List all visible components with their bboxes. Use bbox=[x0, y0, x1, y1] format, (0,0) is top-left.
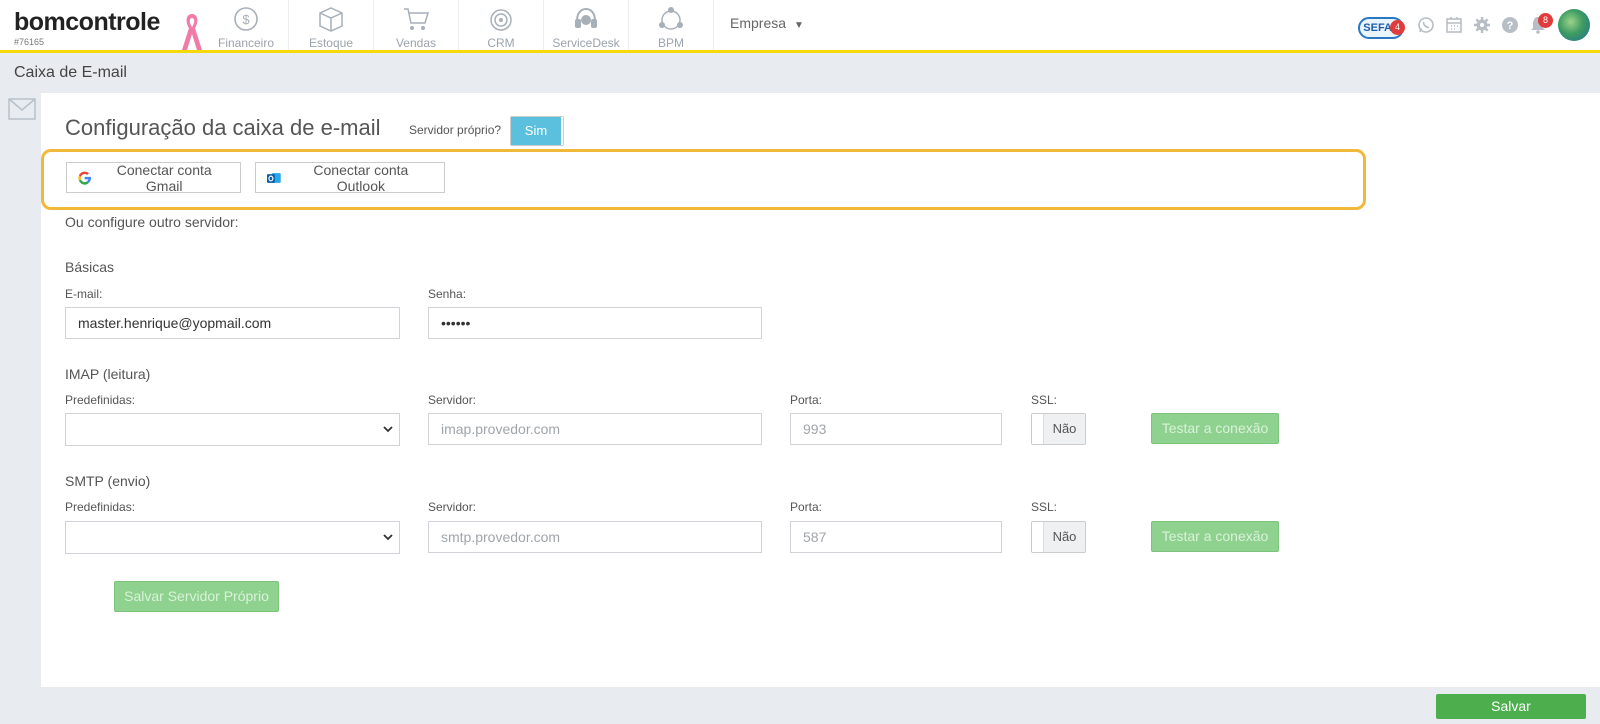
email-field[interactable] bbox=[65, 307, 400, 339]
page-title: Caixa de E-mail bbox=[14, 64, 127, 81]
estoque-icon bbox=[319, 7, 343, 32]
help-button[interactable]: ? bbox=[1496, 11, 1524, 39]
smtp-ssl-label: SSL: bbox=[1031, 500, 1058, 514]
sefaz-badge: 4 bbox=[1390, 20, 1405, 35]
imap-test-connection-button[interactable]: Testar a conexão bbox=[1151, 413, 1279, 444]
ssl-value: Não bbox=[1044, 414, 1085, 444]
outlook-icon bbox=[267, 172, 281, 183]
servicedesk-icon bbox=[575, 7, 597, 28]
company-dropdown[interactable]: Empresa ▼ bbox=[730, 15, 804, 31]
sefaz-button[interactable]: SEFAZ 4 bbox=[1358, 11, 1405, 39]
crm-icon bbox=[490, 9, 512, 31]
gear-icon bbox=[1474, 17, 1490, 33]
whatsapp-icon bbox=[1418, 17, 1434, 33]
smtp-preset-label: Predefinidas: bbox=[65, 500, 136, 514]
nav-bpm[interactable]: BPM bbox=[629, 0, 714, 50]
settings-button[interactable] bbox=[1468, 11, 1496, 39]
nav-label: Estoque bbox=[308, 36, 354, 50]
user-avatar[interactable] bbox=[1558, 9, 1590, 41]
calendar-icon bbox=[1446, 17, 1462, 33]
bpm-icon bbox=[659, 7, 683, 30]
connect-gmail-button[interactable]: Conectar conta Gmail bbox=[66, 161, 241, 194]
outlook-button-label: Conectar conta Outlook bbox=[313, 161, 409, 194]
smtp-preset-select[interactable] bbox=[65, 521, 400, 554]
module-nav: $ Financeiro Estoque Vendas CRM ServiceD… bbox=[204, 0, 714, 50]
toggle-on-label: Sim bbox=[511, 117, 563, 145]
password-label: Senha: bbox=[428, 287, 467, 301]
help-icon: ? bbox=[1502, 17, 1518, 33]
email-label: E-mail: bbox=[65, 287, 103, 301]
brand-name: bomcontrole bbox=[14, 8, 160, 36]
smtp-section-title: SMTP (envio) bbox=[65, 473, 151, 489]
password-field[interactable] bbox=[428, 307, 762, 339]
imap-section-title: IMAP (leitura) bbox=[65, 366, 151, 382]
nav-label: ServiceDesk bbox=[552, 36, 620, 50]
gmail-button-label: Conectar conta Gmail bbox=[116, 161, 212, 194]
notifications-badge: 8 bbox=[1538, 13, 1553, 28]
svg-text:?: ? bbox=[1507, 20, 1514, 32]
brand-logo[interactable]: bomcontrole #76165 bbox=[14, 8, 160, 47]
header-actions: SEFAZ 4 ? 8 bbox=[1358, 0, 1600, 50]
top-navbar: bomcontrole #76165 $ Financeiro Estoque … bbox=[0, 0, 1600, 53]
nav-financeiro[interactable]: $ Financeiro bbox=[204, 0, 289, 50]
nav-label: CRM bbox=[487, 36, 515, 50]
footer-bar bbox=[0, 687, 1600, 724]
imap-port-label: Porta: bbox=[790, 393, 823, 407]
calendar-button[interactable] bbox=[1440, 11, 1468, 39]
svg-text:$: $ bbox=[242, 12, 250, 27]
nav-servicedesk[interactable]: ServiceDesk bbox=[544, 0, 629, 50]
imap-server-input[interactable] bbox=[428, 413, 762, 445]
smtp-ssl-toggle[interactable]: Não bbox=[1031, 521, 1086, 553]
google-icon bbox=[78, 171, 92, 185]
pink-ribbon-icon bbox=[182, 14, 202, 50]
save-own-server-button[interactable]: Salvar Servidor Próprio bbox=[114, 581, 279, 612]
financeiro-icon: $ bbox=[234, 7, 258, 31]
imap-ssl-toggle[interactable]: Não bbox=[1031, 413, 1086, 445]
nav-vendas[interactable]: Vendas bbox=[374, 0, 459, 50]
config-heading: Configuração da caixa de e-mail bbox=[65, 115, 381, 140]
smtp-server-input[interactable] bbox=[428, 521, 762, 553]
imap-preset-label: Predefinidas: bbox=[65, 393, 136, 407]
chevron-down-icon bbox=[383, 534, 393, 541]
envelope-icon[interactable] bbox=[8, 98, 36, 120]
imap-preset-select[interactable] bbox=[65, 413, 400, 446]
nav-label: BPM bbox=[657, 36, 684, 50]
connect-outlook-button[interactable]: Conectar conta Outlook bbox=[255, 161, 445, 194]
basic-section-title: Básicas bbox=[65, 259, 115, 275]
own-server-label: Servidor próprio? bbox=[409, 123, 502, 137]
or-configure-text: Ou configure outro servidor: bbox=[65, 214, 239, 230]
account-id: #76165 bbox=[14, 37, 45, 47]
smtp-server-label: Servidor: bbox=[428, 500, 477, 514]
save-button[interactable]: Salvar bbox=[1436, 694, 1586, 719]
toggle-knob bbox=[1032, 414, 1044, 444]
nav-label: Financeiro bbox=[217, 36, 275, 50]
ssl-value: Não bbox=[1044, 522, 1085, 552]
smtp-port-label: Porta: bbox=[790, 500, 823, 514]
nav-label: Vendas bbox=[395, 36, 437, 50]
imap-port-input[interactable] bbox=[790, 413, 1002, 445]
nav-crm[interactable]: CRM bbox=[459, 0, 544, 50]
imap-ssl-label: SSL: bbox=[1031, 393, 1058, 407]
vendas-icon bbox=[404, 8, 430, 30]
caret-down-icon: ▼ bbox=[794, 20, 804, 31]
nav-estoque[interactable]: Estoque bbox=[289, 0, 374, 50]
whatsapp-button[interactable] bbox=[1412, 11, 1440, 39]
company-label: Empresa bbox=[730, 15, 787, 31]
own-server-toggle[interactable]: Sim bbox=[510, 116, 564, 146]
imap-server-label: Servidor: bbox=[428, 393, 477, 407]
notifications-button[interactable]: 8 bbox=[1524, 11, 1553, 39]
toggle-knob bbox=[1032, 522, 1044, 552]
chevron-down-icon bbox=[383, 426, 393, 433]
page-header: Caixa de E-mail bbox=[0, 53, 1600, 93]
smtp-port-input[interactable] bbox=[790, 521, 1002, 553]
smtp-test-connection-button[interactable]: Testar a conexão bbox=[1151, 521, 1279, 552]
